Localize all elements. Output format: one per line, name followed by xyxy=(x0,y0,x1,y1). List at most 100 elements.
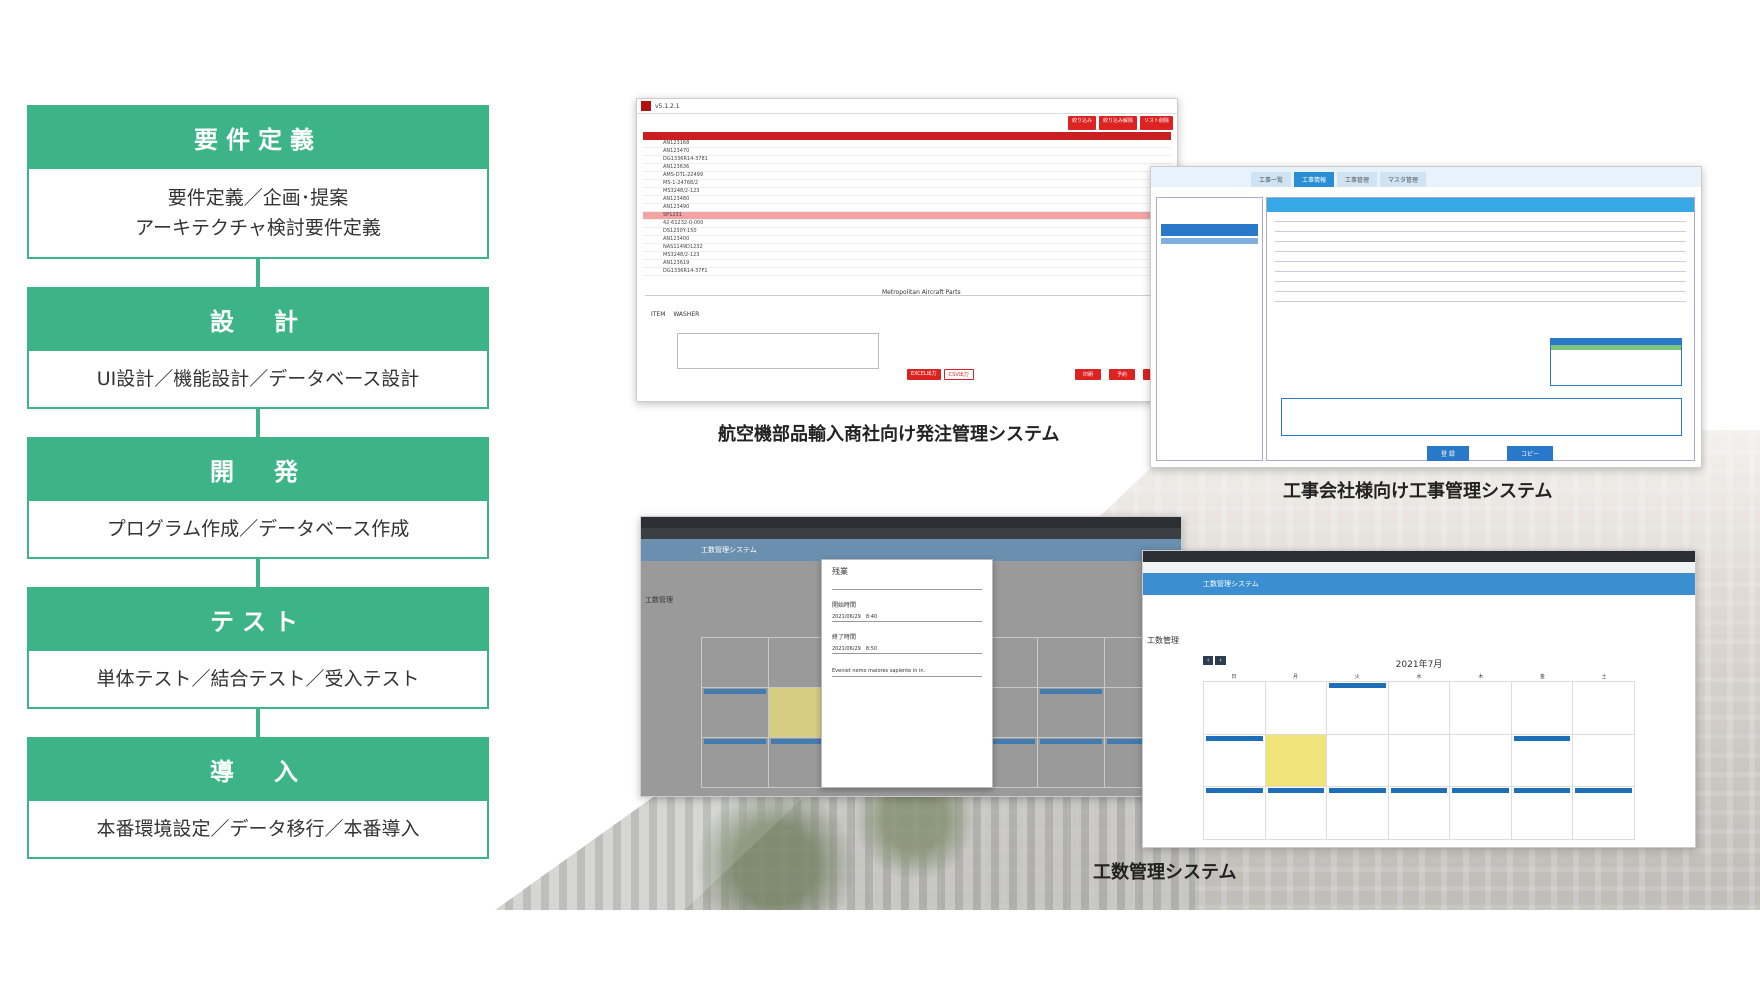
flow-connector xyxy=(256,259,260,287)
step-description: UI設計／機能設計／データベース設計 xyxy=(27,351,489,409)
table-row[interactable]: DS1230Y-150 xyxy=(643,228,1171,236)
calendar-day[interactable] xyxy=(702,688,770,738)
table-row[interactable]: MS-1-24768/2 xyxy=(643,180,1171,188)
step-line: アーキテクチャ検討要件定義 xyxy=(135,217,381,239)
step-design: 設 計 UI設計／機能設計／データベース設計 xyxy=(27,287,489,409)
filter-button[interactable]: 絞り込み xyxy=(1067,116,1096,130)
register-button[interactable]: 登 録 xyxy=(1427,446,1469,461)
start-date-field[interactable]: 2021/06/29 8:40 xyxy=(832,613,982,622)
table-row[interactable]: AN123480 xyxy=(643,196,1171,204)
calendar-event[interactable] xyxy=(1513,788,1571,794)
tab-project-info[interactable]: 工事情報 xyxy=(1294,172,1335,187)
calendar-event[interactable] xyxy=(704,689,767,694)
calendar-day[interactable] xyxy=(1327,787,1389,840)
part-number: DG1336R14-3781 xyxy=(663,156,708,162)
calendar-day[interactable] xyxy=(1265,682,1328,735)
table-row[interactable]: AN123168 xyxy=(643,140,1171,148)
tab-project-management[interactable]: 工事管理 xyxy=(1337,172,1378,187)
end-date-field[interactable]: 2021/06/29 8:50 xyxy=(832,645,982,654)
calendar-day[interactable] xyxy=(1037,688,1105,738)
table-row[interactable]: MS3248/2-123 xyxy=(643,188,1171,196)
calendar-event[interactable] xyxy=(1039,739,1102,744)
calendar-event[interactable] xyxy=(704,739,767,744)
part-number: MS3248/2-123 xyxy=(663,252,700,258)
table-row[interactable]: AN123619 xyxy=(643,260,1171,268)
table-row[interactable]: 5P1231 xyxy=(643,212,1171,220)
memo-textarea[interactable] xyxy=(677,333,879,369)
calendar-day[interactable] xyxy=(1511,787,1574,840)
table-row[interactable]: DG1336R14-37F1 xyxy=(643,268,1171,276)
calendar-event[interactable] xyxy=(1206,788,1263,794)
calendar-day[interactable] xyxy=(1450,787,1512,840)
calendar-day[interactable] xyxy=(702,738,770,788)
csv-export-button[interactable]: CSV出力 xyxy=(943,369,974,380)
item-value: WASHER xyxy=(673,311,700,318)
calendar-day[interactable] xyxy=(1037,738,1105,788)
calendar-day[interactable] xyxy=(1037,638,1105,688)
reserve-button[interactable]: 予約 xyxy=(1108,369,1135,380)
step-title: テスト xyxy=(27,587,489,651)
table-row[interactable]: AN123400 xyxy=(643,236,1171,244)
calendar-day[interactable] xyxy=(1204,734,1266,788)
table-row[interactable]: AMS-DTL-22499 xyxy=(643,172,1171,180)
calendar-day[interactable] xyxy=(1388,734,1451,788)
calendar-day[interactable] xyxy=(1204,682,1266,735)
calendar-day[interactable] xyxy=(1573,734,1635,788)
calendar-day[interactable] xyxy=(1573,787,1635,840)
calendar-day[interactable] xyxy=(1327,734,1389,788)
weekday-label: 土 xyxy=(1601,674,1607,680)
calendar-day[interactable] xyxy=(1450,734,1512,788)
calendar-event[interactable] xyxy=(1039,689,1102,694)
table-row[interactable]: 42-61232-0-000 xyxy=(643,220,1171,228)
table-row[interactable]: AN123490 xyxy=(643,204,1171,212)
table-row[interactable]: DG1336R14-3781 xyxy=(643,156,1171,164)
table-row[interactable]: AN123636 xyxy=(643,164,1171,172)
calendar-day[interactable] xyxy=(1511,682,1574,735)
toolbar: 絞り込み 絞り込み解除 リスト削除 xyxy=(637,114,1177,132)
clear-filter-button[interactable]: 絞り込み解除 xyxy=(1098,116,1137,130)
type-select[interactable] xyxy=(832,581,982,590)
delete-list-button[interactable]: リスト削除 xyxy=(1139,116,1173,130)
calendar-event[interactable] xyxy=(1452,788,1509,794)
part-number: AMS-DTL-22499 xyxy=(663,172,704,178)
calendar-day[interactable] xyxy=(1327,682,1389,735)
table-header xyxy=(643,132,1171,140)
calendar-day[interactable] xyxy=(1388,787,1451,840)
excel-export-button[interactable]: EXCEL出力 xyxy=(907,369,941,380)
end-time: 8:50 xyxy=(865,646,878,652)
calendar-day[interactable] xyxy=(1388,682,1451,735)
browser-tabbar xyxy=(641,517,1181,528)
calendar-event[interactable] xyxy=(1206,735,1263,741)
side-table xyxy=(1550,338,1682,386)
calendar-day[interactable] xyxy=(1573,682,1635,735)
end-label: 終了時間 xyxy=(832,634,857,641)
page-title: 工数管理 xyxy=(1147,636,1179,645)
note-text: Eveniet nemo maiores sapiente in in. xyxy=(832,668,926,674)
note-field[interactable]: Eveniet nemo maiores sapiente in in. xyxy=(832,668,982,677)
copy-button[interactable]: コピー xyxy=(1507,446,1554,461)
table-row[interactable]: MS3248/2-123 xyxy=(643,252,1171,260)
table-row[interactable]: AN123470 xyxy=(643,148,1171,156)
calendar-event[interactable] xyxy=(1329,683,1386,688)
remarks-textarea[interactable] xyxy=(1281,398,1682,436)
calendar-day[interactable] xyxy=(702,638,770,688)
calendar-day[interactable] xyxy=(1265,734,1328,788)
tab-master-management[interactable]: マスタ管理 xyxy=(1380,172,1427,187)
calendar-day[interactable] xyxy=(1450,682,1512,735)
calendar-event[interactable] xyxy=(1513,735,1571,741)
calendar-event[interactable] xyxy=(1329,788,1386,794)
step-development: 開 発 プログラム作成／データベース作成 xyxy=(27,437,489,559)
calendar-day[interactable] xyxy=(1511,734,1574,788)
calendar-event[interactable] xyxy=(1575,788,1632,794)
part-number: DS1230Y-150 xyxy=(663,228,697,234)
table-row[interactable]: NAS1149D1232 xyxy=(643,244,1171,252)
calendar-event[interactable] xyxy=(1267,788,1325,794)
calendar-event[interactable] xyxy=(1390,788,1448,794)
print-button[interactable]: 印刷 xyxy=(1074,369,1101,380)
system-caption: 工事会社様向け工事管理システム xyxy=(1283,481,1553,502)
construction-system-screenshot: 工事一覧 工事情報 工事管理 マスタ管理 登 録 コピー xyxy=(1150,166,1702,468)
tab-project-list[interactable]: 工事一覧 xyxy=(1251,172,1292,187)
calendar-day[interactable] xyxy=(1204,787,1266,840)
part-number: AN123168 xyxy=(663,140,690,146)
calendar-day[interactable] xyxy=(1265,787,1328,840)
